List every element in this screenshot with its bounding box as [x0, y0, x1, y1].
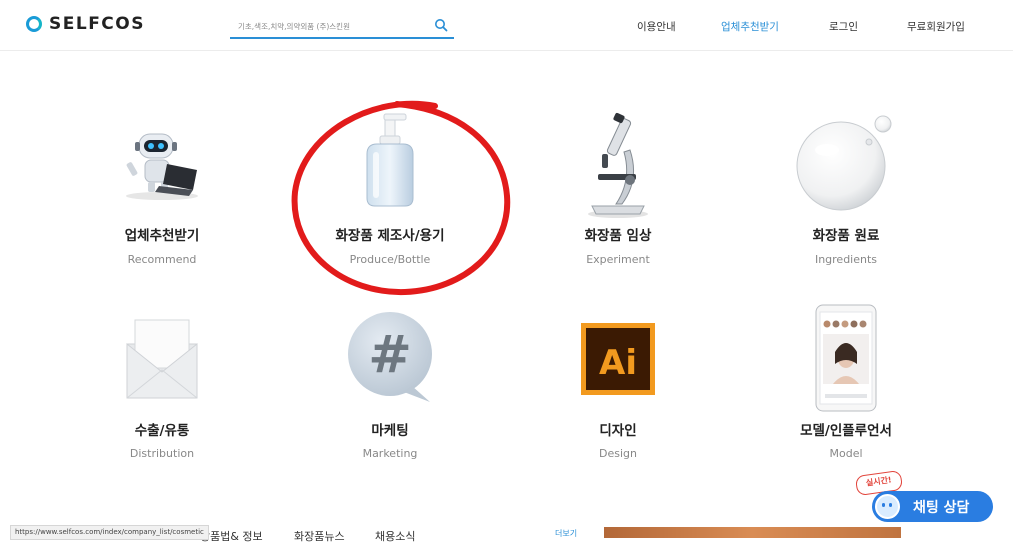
site-logo[interactable]: SELFCOS	[26, 14, 145, 34]
search-input[interactable]	[236, 16, 430, 36]
category-marketing[interactable]: # 마케팅 Marketing	[290, 300, 490, 470]
microscope-icon	[588, 112, 648, 218]
site-header: SELFCOS 이용안내 업체추천받기 로그인 무료회원가입	[0, 0, 1013, 51]
category-subtitle: Marketing	[362, 447, 418, 460]
category-title: 화장품 원료	[812, 228, 880, 244]
category-subtitle: Design	[599, 447, 637, 460]
ai-logo-text: Ai	[599, 343, 637, 383]
banner-image[interactable]	[604, 527, 901, 538]
category-subtitle: Experiment	[586, 253, 650, 266]
news-tab-jobs[interactable]: 채용소식	[375, 528, 415, 544]
nav-guide[interactable]: 이용안내	[637, 19, 676, 34]
search-bar	[230, 15, 454, 39]
category-distribution[interactable]: 수출/유통 Distribution	[62, 300, 262, 470]
illustrator-icon: Ai	[581, 323, 655, 395]
nav-login[interactable]: 로그인	[829, 19, 858, 34]
category-subtitle: Produce/Bottle	[349, 253, 431, 266]
logo-ring-icon	[26, 16, 42, 32]
nav-signup[interactable]: 무료회원가입	[907, 19, 965, 34]
nav-recommend[interactable]: 업체추천받기	[721, 19, 779, 34]
search-icon[interactable]	[434, 18, 448, 32]
news-tab-news[interactable]: 화장품뉴스	[294, 528, 345, 544]
category-title: 화장품 제조사/용기	[335, 228, 445, 244]
category-title: 화장품 임상	[584, 228, 652, 244]
hashtag-bubble-icon: #	[348, 312, 432, 402]
news-tab-law[interactable]: 장품법& 정보	[200, 528, 263, 544]
category-bottle[interactable]: 화장품 제조사/용기 Produce/Bottle	[290, 100, 490, 280]
category-ingredients[interactable]: 화장품 원료 Ingredients	[746, 100, 946, 280]
category-model[interactable]: 모델/인플루언서 Model	[746, 300, 946, 470]
category-subtitle: Recommend	[127, 253, 197, 266]
envelope-icon	[126, 319, 198, 399]
category-subtitle: Distribution	[129, 447, 195, 460]
category-design[interactable]: Ai 디자인 Design	[518, 300, 718, 470]
category-title: 마케팅	[371, 423, 409, 439]
logo-text: SELFCOS	[49, 14, 145, 34]
category-title: 모델/인플루언서	[800, 423, 892, 439]
category-title: 업체추천받기	[124, 228, 200, 244]
category-subtitle: Ingredients	[814, 253, 878, 266]
category-title: 디자인	[599, 423, 637, 439]
chat-consult-button[interactable]: 채팅 상담	[872, 491, 993, 522]
hashtag-symbol: #	[368, 325, 412, 385]
phone-profile-icon	[815, 304, 877, 412]
robot-laptop-icon	[126, 133, 198, 200]
category-experiment[interactable]: 화장품 임상 Experiment	[518, 100, 718, 280]
water-drop-icon	[796, 115, 892, 211]
chat-bot-icon	[875, 494, 900, 519]
more-link[interactable]: 더보기	[555, 528, 577, 539]
chat-label: 채팅 상담	[913, 499, 970, 516]
category-title: 수출/유통	[134, 423, 190, 439]
category-recommend[interactable]: 업체추천받기 Recommend	[62, 100, 262, 280]
pump-bottle-icon	[366, 113, 414, 207]
category-subtitle: Model	[829, 447, 863, 460]
